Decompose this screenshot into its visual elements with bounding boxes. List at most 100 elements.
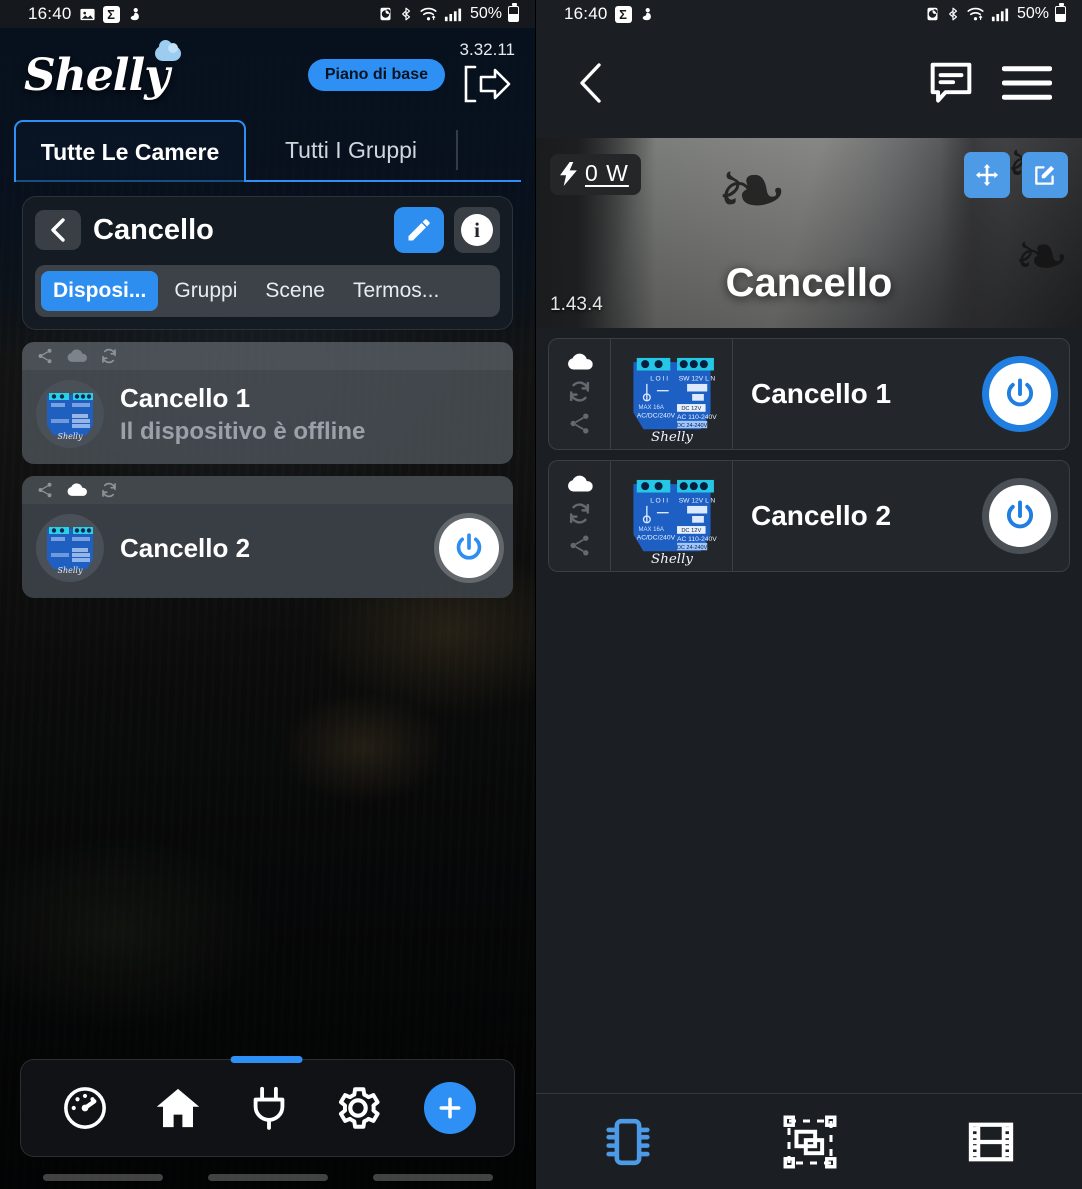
- status-bar-left: 16:40 Σ 50%: [0, 0, 535, 28]
- device-name: Cancello 1: [120, 382, 251, 413]
- gate-ornament-decor: ❧: [716, 141, 789, 241]
- device-power-toggle[interactable]: [439, 518, 499, 578]
- tab-tutte-le-camere[interactable]: Tutte Le Camere: [14, 120, 246, 182]
- room-segmented-control: Disposi... Gruppi Scene Termos...: [35, 265, 500, 317]
- power-icon: [1007, 378, 1033, 407]
- info-icon: i: [461, 214, 493, 246]
- move-arrows-icon: [975, 163, 999, 187]
- segment-scene[interactable]: Scene: [253, 271, 337, 311]
- cloud-icon: [566, 474, 594, 494]
- nav-dashboard[interactable]: [60, 1083, 110, 1133]
- segment-dispositivi[interactable]: Disposi...: [41, 271, 159, 311]
- room-edit-button[interactable]: [394, 207, 444, 253]
- wifi-icon: [966, 6, 985, 22]
- power-value-label: 0 W: [585, 160, 629, 186]
- power-icon: [456, 533, 482, 560]
- active-tab-indicator: [230, 1056, 303, 1063]
- chevron-left-icon: [51, 218, 65, 242]
- bottom-navigation-left: [20, 1056, 515, 1157]
- comment-icon: [930, 62, 972, 103]
- battery-percent-label: 50%: [1016, 5, 1049, 22]
- device-name: Cancello 2: [751, 500, 892, 531]
- device-status: Il dispositivo è offline: [120, 417, 366, 445]
- device-thumbnail: Shelly: [36, 380, 104, 448]
- sync-icon[interactable]: [100, 481, 118, 499]
- edit-square-icon: [1035, 165, 1055, 185]
- gesture-bar[interactable]: [42, 1174, 163, 1181]
- device-badge-column: [549, 461, 611, 571]
- app-version-label: 3.32.11: [459, 40, 515, 59]
- logout-button[interactable]: 3.32.11: [459, 40, 517, 106]
- nav-add-button[interactable]: [423, 1082, 476, 1134]
- room-info-button[interactable]: i: [454, 207, 500, 253]
- nav-devices-chip[interactable]: [599, 1113, 657, 1171]
- data-saver-icon: [925, 5, 940, 23]
- svg-text:DC 24-240V: DC 24-240V: [676, 423, 707, 429]
- chevron-left-icon: [580, 63, 601, 103]
- device-body: Shelly Cancello 2: [22, 504, 513, 598]
- svg-text:AC 110-240V: AC 110-240V: [677, 536, 717, 543]
- device-thumbnail: Shelly: [36, 514, 104, 582]
- comment-button[interactable]: [926, 58, 976, 108]
- nav-home[interactable]: [151, 1083, 205, 1133]
- svg-text:MAX 16A: MAX 16A: [638, 405, 663, 411]
- nav-groups[interactable]: [782, 1114, 838, 1170]
- device-text: Cancello 1 Il dispositivo è offline: [120, 383, 365, 446]
- figure-icon: [127, 6, 142, 23]
- film-strip-icon: [969, 1122, 1014, 1161]
- share-icon[interactable]: [36, 481, 54, 499]
- device-card-cancello-1[interactable]: Shelly Cancello 1 Il dispositivo è offli…: [22, 342, 513, 464]
- back-button[interactable]: [574, 60, 608, 106]
- app-header-right: [536, 28, 1082, 138]
- shelly-relay-image: Shelly: [47, 393, 93, 441]
- device-card-cancello-2[interactable]: Shelly Cancello 2: [22, 476, 513, 598]
- device-power-toggle[interactable]: [989, 363, 1051, 425]
- tab-divider: [456, 130, 458, 170]
- share-icon[interactable]: [36, 347, 54, 365]
- nav-devices[interactable]: [246, 1083, 292, 1133]
- battery-icon: [1055, 3, 1066, 22]
- plan-badge[interactable]: Piano di base: [307, 59, 445, 91]
- sync-icon[interactable]: [567, 501, 592, 526]
- status-bar-right-group: 50%: [378, 3, 523, 23]
- move-button[interactable]: [964, 152, 1010, 198]
- gesture-bar[interactable]: [207, 1174, 328, 1181]
- image-icon: [79, 6, 96, 23]
- edit-button[interactable]: [1022, 152, 1068, 198]
- plus-icon: [439, 1097, 460, 1119]
- hero-action-buttons: [964, 152, 1068, 198]
- shelly-relay-image: L O I I SW 12V L N MAX 16A AC/DC/240V DC…: [632, 479, 717, 567]
- status-bar-right-group: 50%: [925, 3, 1070, 23]
- nav-scenes[interactable]: [963, 1114, 1019, 1170]
- sigma-icon: Σ: [614, 5, 632, 23]
- bottom-navigation-right: [536, 1093, 1082, 1189]
- menu-button[interactable]: [1002, 64, 1052, 102]
- room-header: Cancello i: [35, 207, 500, 253]
- segment-termostati[interactable]: Termos...: [341, 271, 451, 311]
- sync-icon[interactable]: [100, 347, 118, 365]
- svg-text:MAX 16A: MAX 16A: [638, 527, 663, 533]
- left-phone-screen: 16:40 Σ 50% Shelly Piano di base 3.32.11…: [0, 0, 535, 1189]
- signal-icon: [444, 6, 462, 22]
- sync-icon[interactable]: [567, 379, 592, 404]
- gesture-bar[interactable]: [372, 1174, 493, 1181]
- room-group-tabs: Tutte Le Camere Tutti I Gruppi: [14, 120, 521, 182]
- segment-gruppi[interactable]: Gruppi: [162, 271, 249, 311]
- device-power-toggle[interactable]: [989, 485, 1051, 547]
- tab-tutti-i-gruppi[interactable]: Tutti I Gruppi: [246, 120, 456, 180]
- share-icon[interactable]: [567, 533, 592, 558]
- nav-settings[interactable]: [333, 1083, 383, 1133]
- power-consumption-badge[interactable]: 0 W: [550, 154, 641, 195]
- svg-text:AC/DC/240V: AC/DC/240V: [636, 412, 675, 419]
- clock-label: 16:40: [564, 4, 608, 23]
- dashboard-gauge-icon: [63, 1087, 106, 1129]
- room-back-button[interactable]: [35, 210, 81, 250]
- add-fab[interactable]: [423, 1082, 476, 1134]
- pencil-icon: [408, 219, 430, 241]
- device-row-cancello-2[interactable]: L O I I SW 12V L N MAX 16A AC/DC/240V DC…: [548, 460, 1070, 572]
- device-badge-row: [22, 342, 513, 370]
- device-row-cancello-1[interactable]: L O I I SW 12V L N MAX 16A AC/DC/240V DC…: [548, 338, 1070, 450]
- svg-text:AC 110-240V: AC 110-240V: [677, 414, 717, 421]
- share-icon[interactable]: [567, 411, 592, 436]
- svg-text:Shelly: Shelly: [57, 432, 82, 441]
